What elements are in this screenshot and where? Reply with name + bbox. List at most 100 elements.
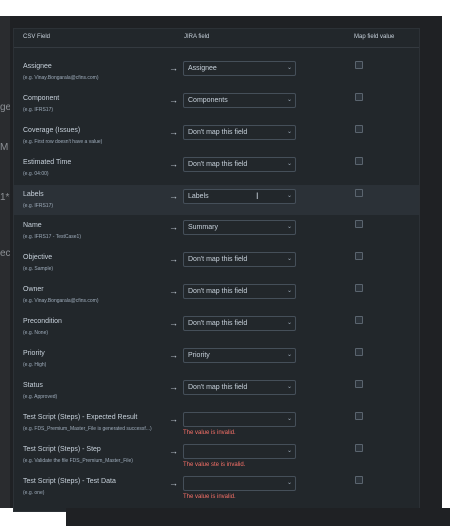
mapping-row: Precondition (e.g. None) → Don't map this f… bbox=[14, 312, 419, 342]
csv-field-example: (e.g. IFRS17) bbox=[23, 107, 54, 113]
arrow-right-icon: → bbox=[169, 127, 178, 137]
csv-field-example: (e.g. Vinay.Bongarala@cfins.com) bbox=[23, 75, 99, 81]
chevron-down-icon: ⌄ bbox=[286, 65, 292, 71]
map-field-value-checkbox[interactable] bbox=[355, 125, 363, 133]
jira-field-select[interactable]: ⌄ bbox=[183, 444, 296, 459]
map-field-value-checkbox[interactable] bbox=[355, 157, 363, 165]
jira-field-select[interactable]: Don't map this field ⌄ bbox=[183, 125, 296, 140]
map-field-value-checkbox[interactable] bbox=[355, 220, 363, 228]
mapping-row: Priority (e.g. High) → Priority ⌄ bbox=[14, 344, 419, 374]
csv-field-example: (e.g. None) bbox=[23, 330, 49, 336]
csv-field-example: (e.g. IFRS17 - TestCase1) bbox=[23, 234, 81, 240]
csv-field-label: Test Script (Steps) - Step bbox=[23, 446, 101, 453]
jira-field-select[interactable]: Don't map this field ⌄ bbox=[183, 316, 296, 331]
csv-field-label: Objective bbox=[23, 254, 53, 261]
csv-field-label: Test Script (Steps) - Test Data bbox=[23, 478, 116, 485]
jira-field-select[interactable]: Don't map this field ⌄ bbox=[183, 380, 296, 395]
csv-field-example: (e.g. Vinay.Bongarala@cfins.com) bbox=[23, 298, 99, 304]
mapping-row: Assignee (e.g. Vinay.Bongarala@cfins.com)… bbox=[14, 57, 419, 87]
jira-field-select[interactable]: ⌄ bbox=[183, 412, 296, 427]
csv-field-label: Status bbox=[23, 382, 43, 389]
jira-field-select[interactable]: ⌄ bbox=[183, 476, 296, 491]
chevron-down-icon: ⌄ bbox=[286, 161, 292, 167]
background-page-strip: ge M 1* ec bbox=[0, 16, 10, 508]
jira-field-select[interactable]: Labels I ⌄ bbox=[183, 189, 296, 204]
chevron-down-icon: ⌄ bbox=[286, 416, 292, 422]
mapping-row: Test Script (Steps) - Test Data (e.g. one… bbox=[14, 472, 419, 502]
table-header: CSV Field JIRA field Map field value bbox=[14, 29, 419, 48]
jira-field-select[interactable]: Don't map this field ⌄ bbox=[183, 157, 296, 172]
arrow-right-icon: → bbox=[169, 159, 178, 169]
arrow-right-icon: → bbox=[169, 478, 178, 488]
mapping-row: Estimated Time (e.g. 04:00) → Don't map thi… bbox=[14, 153, 419, 183]
csv-field-label: Name bbox=[23, 222, 42, 229]
validation-error: The value is invalid. bbox=[183, 430, 236, 436]
dialog-backdrop: ge M 1* ec CSV Field JIRA field Map fiel… bbox=[0, 16, 442, 512]
csv-field-label: Labels bbox=[23, 191, 44, 198]
background-text: ec bbox=[0, 248, 10, 259]
csv-field-example: (e.g. First row doesn't have a value) bbox=[23, 139, 103, 145]
map-field-value-checkbox[interactable] bbox=[355, 93, 363, 101]
mapping-row: Name (e.g. IFRS17 - TestCase1) → Summary ⌄ bbox=[14, 216, 419, 246]
map-field-value-checkbox[interactable] bbox=[355, 476, 363, 484]
map-field-value-checkbox[interactable] bbox=[355, 252, 363, 260]
csv-field-example: (e.g. Validate the file FDS_Premium_Mast… bbox=[23, 458, 133, 464]
csv-field-example: (e.g. 04:00) bbox=[23, 171, 49, 177]
mapping-row: Objective (e.g. Sample) → Don't map this fi… bbox=[14, 248, 419, 278]
csv-field-example: (e.g. IFRS17) bbox=[23, 203, 54, 209]
csv-field-label: Priority bbox=[23, 350, 45, 357]
jira-field-selected-value: Don't map this field bbox=[188, 384, 248, 391]
map-field-value-checkbox[interactable] bbox=[355, 189, 363, 197]
map-field-value-checkbox[interactable] bbox=[355, 412, 363, 420]
validation-error: The value is invalid. bbox=[183, 494, 236, 500]
csv-field-label: Test Script (Steps) - Expected Result bbox=[23, 414, 138, 421]
jira-field-select[interactable]: Priority ⌄ bbox=[183, 348, 296, 363]
jira-field-selected-value: Don't map this field bbox=[188, 161, 248, 168]
background-page-footer bbox=[66, 508, 450, 526]
mapping-row: Test Script (Steps) - Expected Result (e.… bbox=[14, 408, 419, 438]
text-cursor-icon: I bbox=[256, 191, 259, 201]
arrow-right-icon: → bbox=[169, 318, 178, 328]
validation-error: The value ste is invalid. bbox=[183, 462, 246, 468]
arrow-right-icon: → bbox=[169, 222, 178, 232]
csv-field-example: (e.g. High) bbox=[23, 362, 47, 368]
chevron-down-icon: ⌄ bbox=[286, 256, 292, 262]
jira-field-select[interactable]: Don't map this field ⌄ bbox=[183, 284, 296, 299]
mapping-row: Component (e.g. IFRS17) → Components ⌄ bbox=[14, 89, 419, 119]
jira-field-selected-value: Don't map this field bbox=[188, 129, 248, 136]
arrow-right-icon: → bbox=[169, 191, 178, 201]
csv-field-label: Coverage (Issues) bbox=[23, 127, 81, 134]
chevron-down-icon: ⌄ bbox=[286, 352, 292, 358]
jira-field-select[interactable]: Don't map this field ⌄ bbox=[183, 252, 296, 267]
chevron-down-icon: ⌄ bbox=[286, 193, 292, 199]
csv-field-label: Assignee bbox=[23, 63, 52, 70]
jira-field-selected-value: Don't map this field bbox=[188, 256, 248, 263]
map-field-value-checkbox[interactable] bbox=[355, 61, 363, 69]
jira-field-select[interactable]: Summary ⌄ bbox=[183, 220, 296, 235]
csv-field-header: CSV Field bbox=[23, 34, 51, 40]
jira-field-select[interactable]: Assignee ⌄ bbox=[183, 61, 296, 76]
background-text: 1* bbox=[0, 192, 10, 203]
background-text: M bbox=[0, 142, 9, 153]
mapping-row: Status (e.g. Approved) → Don't map this fie… bbox=[14, 376, 419, 406]
csv-field-example: (e.g. one) bbox=[23, 490, 45, 496]
arrow-right-icon: → bbox=[169, 414, 178, 424]
chevron-down-icon: ⌄ bbox=[286, 224, 292, 230]
map-field-value-checkbox[interactable] bbox=[355, 284, 363, 292]
csv-field-example: (e.g. Approved) bbox=[23, 394, 58, 400]
arrow-right-icon: → bbox=[169, 254, 178, 264]
map-field-value-checkbox[interactable] bbox=[355, 348, 363, 356]
map-field-value-checkbox[interactable] bbox=[355, 316, 363, 324]
chevron-down-icon: ⌄ bbox=[286, 97, 292, 103]
arrow-right-icon: → bbox=[169, 382, 178, 392]
csv-field-label: Estimated Time bbox=[23, 159, 72, 166]
jira-field-selected-value: Summary bbox=[188, 224, 218, 231]
csv-field-example: (e.g. Sample) bbox=[23, 266, 54, 272]
mapping-row: Coverage (Issues) (e.g. First row doesn't… bbox=[14, 121, 419, 151]
map-field-value-checkbox[interactable] bbox=[355, 444, 363, 452]
map-field-value-checkbox[interactable] bbox=[355, 380, 363, 388]
chevron-down-icon: ⌄ bbox=[286, 129, 292, 135]
map-field-value-header: Map field value bbox=[354, 34, 395, 40]
chevron-down-icon: ⌄ bbox=[286, 320, 292, 326]
jira-field-select[interactable]: Components ⌄ bbox=[183, 93, 296, 108]
